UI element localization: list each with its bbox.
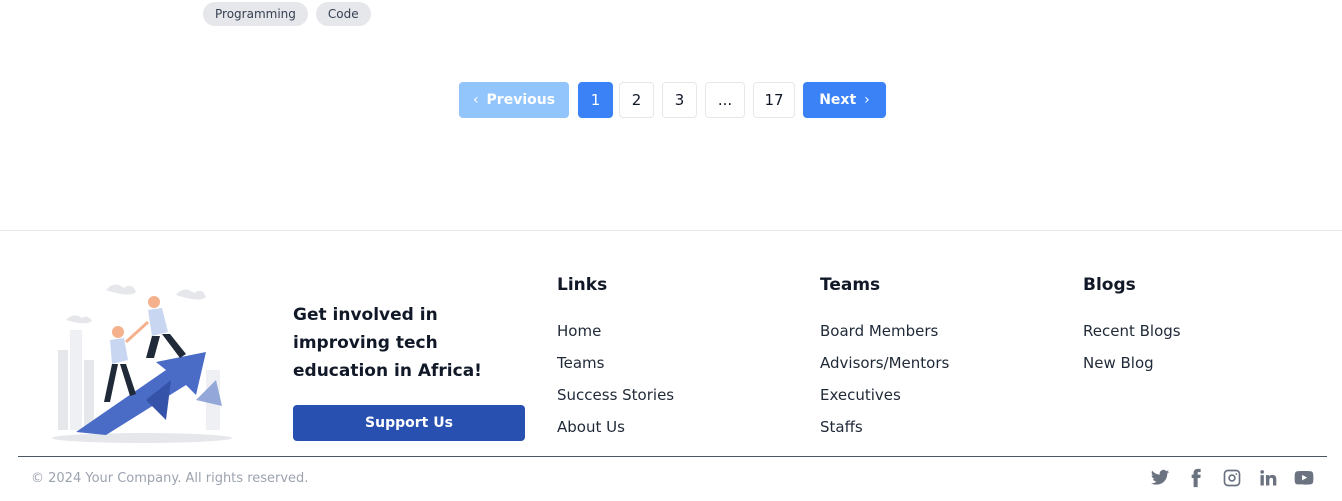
footer-link-board-members[interactable]: Board Members [820, 315, 949, 347]
footer-teams-column: Teams Board Members Advisors/Mentors Exe… [820, 272, 949, 443]
social-links [1150, 468, 1314, 488]
teams-heading: Teams [820, 275, 881, 295]
links-heading: Links [557, 275, 608, 295]
copyright-divider [18, 456, 1327, 457]
footer-blogs-column: Blogs Recent Blogs New Blog [1083, 272, 1181, 379]
tag-code[interactable]: Code [315, 2, 371, 26]
footer-link-teams[interactable]: Teams [557, 347, 674, 379]
page-ellipsis: ... [705, 82, 745, 118]
chevron-left-icon: ‹ [472, 92, 479, 108]
copyright-text: © 2024 Your Company. All rights reserved… [31, 471, 309, 486]
page-button-3[interactable]: 3 [662, 82, 697, 118]
facebook-icon[interactable] [1186, 468, 1206, 488]
footer-link-recent-blogs[interactable]: Recent Blogs [1083, 315, 1181, 347]
footer-link-executives[interactable]: Executives [820, 379, 949, 411]
linkedin-icon[interactable] [1258, 468, 1278, 488]
footer-link-home[interactable]: Home [557, 315, 674, 347]
page-button-2[interactable]: 2 [619, 82, 654, 118]
previous-label: Previous [486, 92, 556, 108]
footer-links-column: Links Home Teams Success Stories About U… [557, 272, 674, 443]
next-label: Next [819, 92, 857, 108]
page-button-17[interactable]: 17 [753, 82, 795, 118]
footer-link-new-blog[interactable]: New Blog [1083, 347, 1181, 379]
support-us-button[interactable]: Support Us [293, 405, 525, 441]
pagination: ‹ Previous 1 2 3 ... 17 Next › [459, 82, 886, 118]
chevron-right-icon: › [864, 92, 870, 108]
footer-link-success-stories[interactable]: Success Stories [557, 379, 674, 411]
footer-link-advisors-mentors[interactable]: Advisors/Mentors [820, 347, 949, 379]
youtube-icon[interactable] [1294, 468, 1314, 488]
next-button[interactable]: Next › [803, 82, 886, 118]
footer-link-about-us[interactable]: About Us [557, 411, 674, 443]
twitter-icon[interactable] [1150, 468, 1170, 488]
page-button-1[interactable]: 1 [578, 82, 613, 118]
footer-illustration [46, 270, 238, 445]
footer-link-staffs[interactable]: Staffs [820, 411, 949, 443]
blogs-heading: Blogs [1083, 275, 1136, 295]
instagram-icon[interactable] [1222, 468, 1242, 488]
footer-divider [0, 230, 1342, 231]
cta-text: Get involved in improving tech education… [293, 305, 482, 381]
support-cta: Get involved in improving tech education… [293, 301, 525, 441]
tag-list: Programming Code [203, 2, 371, 26]
previous-button[interactable]: ‹ Previous [459, 82, 569, 118]
tag-programming[interactable]: Programming [203, 2, 308, 26]
